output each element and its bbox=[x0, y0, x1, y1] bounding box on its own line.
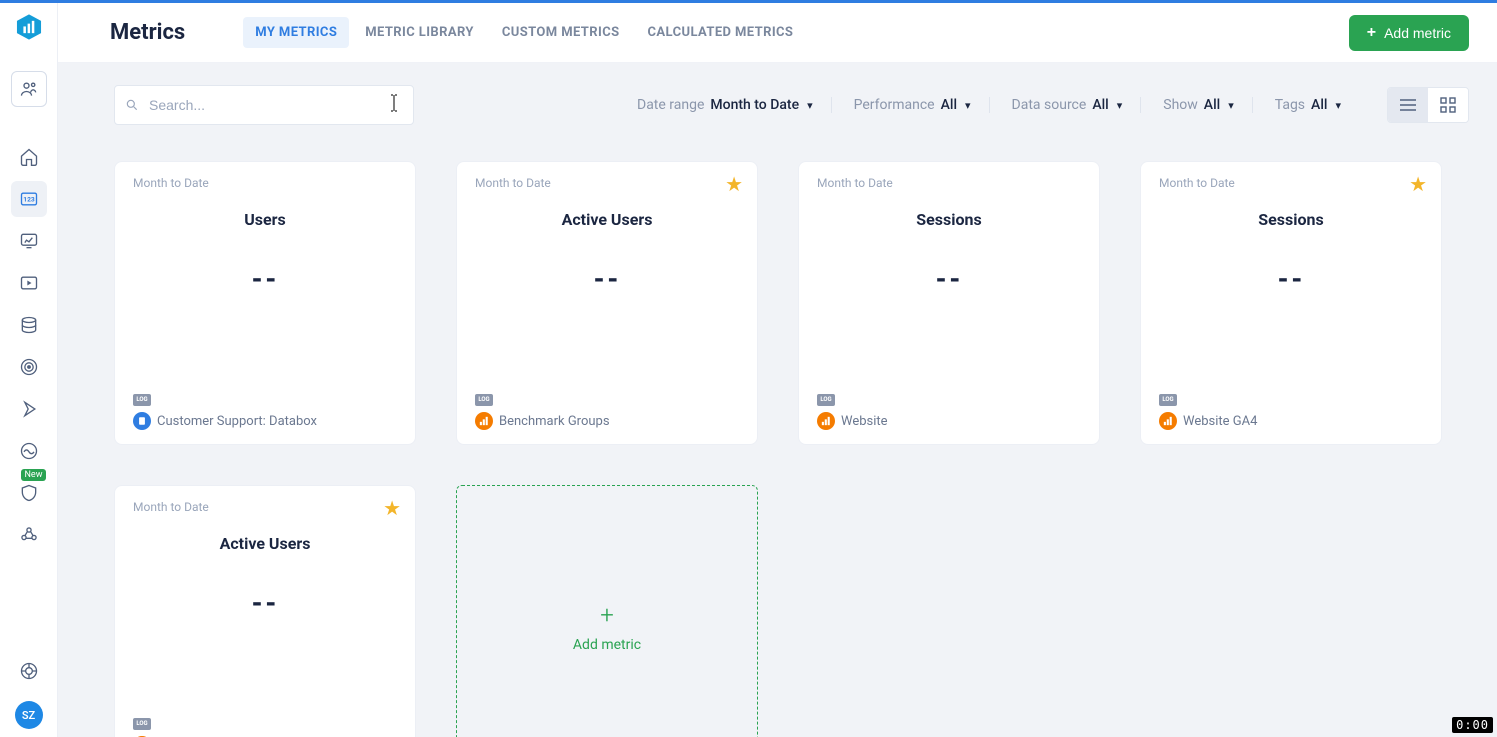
metric-card[interactable]: Month to Date Users -- LOG Customer Supp… bbox=[114, 161, 416, 445]
card-title: Users bbox=[133, 210, 397, 229]
grid-view-button[interactable] bbox=[1428, 88, 1468, 122]
filter-label: Tags bbox=[1275, 97, 1305, 113]
card-title: Active Users bbox=[133, 534, 397, 553]
chevron-down-icon: ▾ bbox=[965, 99, 971, 112]
chevron-down-icon: ▾ bbox=[1228, 99, 1234, 112]
filter-data-source[interactable]: Data source All ▾ bbox=[1012, 97, 1142, 113]
source-name: Website GA4 bbox=[1183, 414, 1257, 429]
sidebar-item-dashboards[interactable] bbox=[11, 223, 47, 259]
log-icon: LOG bbox=[475, 394, 493, 406]
sidebar-item-metrics[interactable]: 123 bbox=[11, 181, 47, 217]
search-box[interactable] bbox=[114, 85, 414, 125]
card-source: Benchmark Groups bbox=[475, 412, 739, 430]
source-icon bbox=[817, 412, 835, 430]
sidebar-item-data[interactable] bbox=[11, 307, 47, 343]
card-value: -- bbox=[475, 265, 739, 295]
tab-my-metrics[interactable]: MY METRICS bbox=[243, 17, 349, 48]
log-icon: LOG bbox=[133, 718, 151, 730]
card-source: Customer Support: Databox bbox=[133, 412, 397, 430]
list-view-button[interactable] bbox=[1388, 88, 1428, 122]
filter-label: Show bbox=[1163, 97, 1198, 113]
card-period: Month to Date bbox=[1159, 176, 1423, 190]
search-icon bbox=[125, 98, 139, 112]
filter-value: All bbox=[1092, 97, 1108, 113]
filter-value: All bbox=[1311, 97, 1327, 113]
card-period: Month to Date bbox=[133, 176, 397, 190]
source-name: Website bbox=[841, 414, 888, 429]
card-period: Month to Date bbox=[133, 500, 397, 514]
source-icon bbox=[475, 412, 493, 430]
filter-date-range[interactable]: Date range Month to Date ▾ bbox=[637, 97, 832, 113]
chevron-down-icon: ▾ bbox=[1335, 99, 1341, 112]
filter-label: Data source bbox=[1012, 97, 1087, 113]
source-icon bbox=[1159, 412, 1177, 430]
card-value: -- bbox=[817, 265, 1081, 295]
search-input[interactable] bbox=[147, 96, 403, 114]
toolbar: Date range Month to Date ▾ Performance A… bbox=[114, 85, 1469, 125]
sidebar-item-profile[interactable] bbox=[11, 71, 47, 107]
view-switch bbox=[1387, 87, 1469, 123]
card-source: Website bbox=[817, 412, 1081, 430]
sidebar-item-reports[interactable] bbox=[11, 265, 47, 301]
plus-icon: + bbox=[1367, 25, 1376, 41]
filter-label: Date range bbox=[637, 97, 704, 113]
card-value: -- bbox=[133, 589, 397, 619]
header: Metrics MY METRICS METRIC LIBRARY CUSTOM… bbox=[58, 3, 1497, 63]
metric-card[interactable]: Month to Date ★ Active Users -- LOG Benc… bbox=[456, 161, 758, 445]
filter-value: All bbox=[1204, 97, 1220, 113]
chevron-down-icon: ▾ bbox=[1117, 99, 1123, 112]
filter-show[interactable]: Show All ▾ bbox=[1163, 97, 1252, 113]
filter-label: Performance bbox=[854, 97, 935, 113]
logo-icon bbox=[15, 13, 43, 41]
add-metric-card[interactable]: + Add metric bbox=[456, 485, 758, 737]
add-metric-card-label: Add metric bbox=[573, 637, 641, 653]
sidebar-item-help[interactable] bbox=[11, 653, 47, 689]
add-metric-label: Add metric bbox=[1384, 25, 1451, 41]
card-title: Sessions bbox=[817, 210, 1081, 229]
filter-tags[interactable]: Tags All ▾ bbox=[1275, 97, 1359, 113]
card-source: Website GA4 bbox=[1159, 412, 1423, 430]
sidebar: 123 New SZ bbox=[0, 3, 58, 737]
card-value: -- bbox=[1159, 265, 1423, 295]
star-icon[interactable]: ★ bbox=[383, 496, 401, 520]
new-badge: New bbox=[21, 469, 47, 481]
metric-card[interactable]: Month to Date ★ Active Users -- LOG Help… bbox=[114, 485, 416, 737]
card-period: Month to Date bbox=[475, 176, 739, 190]
metrics-grid: Month to Date Users -- LOG Customer Supp… bbox=[114, 161, 1469, 737]
log-icon: LOG bbox=[1159, 394, 1177, 406]
filter-value: All bbox=[941, 97, 957, 113]
filter-performance[interactable]: Performance All ▾ bbox=[854, 97, 990, 113]
sidebar-item-notifications[interactable] bbox=[11, 391, 47, 427]
page-title: Metrics bbox=[110, 20, 185, 45]
log-icon: LOG bbox=[817, 394, 835, 406]
card-title: Sessions bbox=[1159, 210, 1423, 229]
sidebar-item-shield[interactable]: New bbox=[11, 475, 47, 511]
tabs: MY METRICS METRIC LIBRARY CUSTOM METRICS… bbox=[243, 17, 805, 48]
sidebar-item-goals[interactable] bbox=[11, 349, 47, 385]
metric-card[interactable]: Month to Date ★ Sessions -- LOG Website … bbox=[1140, 161, 1442, 445]
svg-text:123: 123 bbox=[23, 196, 35, 204]
tab-custom-metrics[interactable]: CUSTOM METRICS bbox=[490, 17, 632, 48]
filter-value: Month to Date bbox=[710, 97, 799, 113]
chevron-down-icon: ▾ bbox=[807, 99, 813, 112]
tab-calculated-metrics[interactable]: CALCULATED METRICS bbox=[636, 17, 806, 48]
card-period: Month to Date bbox=[817, 176, 1081, 190]
card-title: Active Users bbox=[475, 210, 739, 229]
card-value: -- bbox=[133, 265, 397, 295]
log-icon: LOG bbox=[133, 394, 151, 406]
plus-icon: + bbox=[600, 601, 614, 629]
sidebar-item-team[interactable] bbox=[11, 517, 47, 553]
star-icon[interactable]: ★ bbox=[1409, 172, 1427, 196]
tab-metric-library[interactable]: METRIC LIBRARY bbox=[353, 17, 486, 48]
timer-badge: 0:00 bbox=[1452, 717, 1493, 733]
source-icon bbox=[133, 412, 151, 430]
source-name: Benchmark Groups bbox=[499, 414, 610, 429]
star-icon[interactable]: ★ bbox=[725, 172, 743, 196]
metric-card[interactable]: Month to Date Sessions -- LOG Website bbox=[798, 161, 1100, 445]
avatar[interactable]: SZ bbox=[15, 701, 43, 729]
source-name: Customer Support: Databox bbox=[157, 414, 317, 429]
add-metric-button[interactable]: + Add metric bbox=[1349, 15, 1469, 51]
sidebar-item-home[interactable] bbox=[11, 139, 47, 175]
sidebar-item-insights[interactable] bbox=[11, 433, 47, 469]
